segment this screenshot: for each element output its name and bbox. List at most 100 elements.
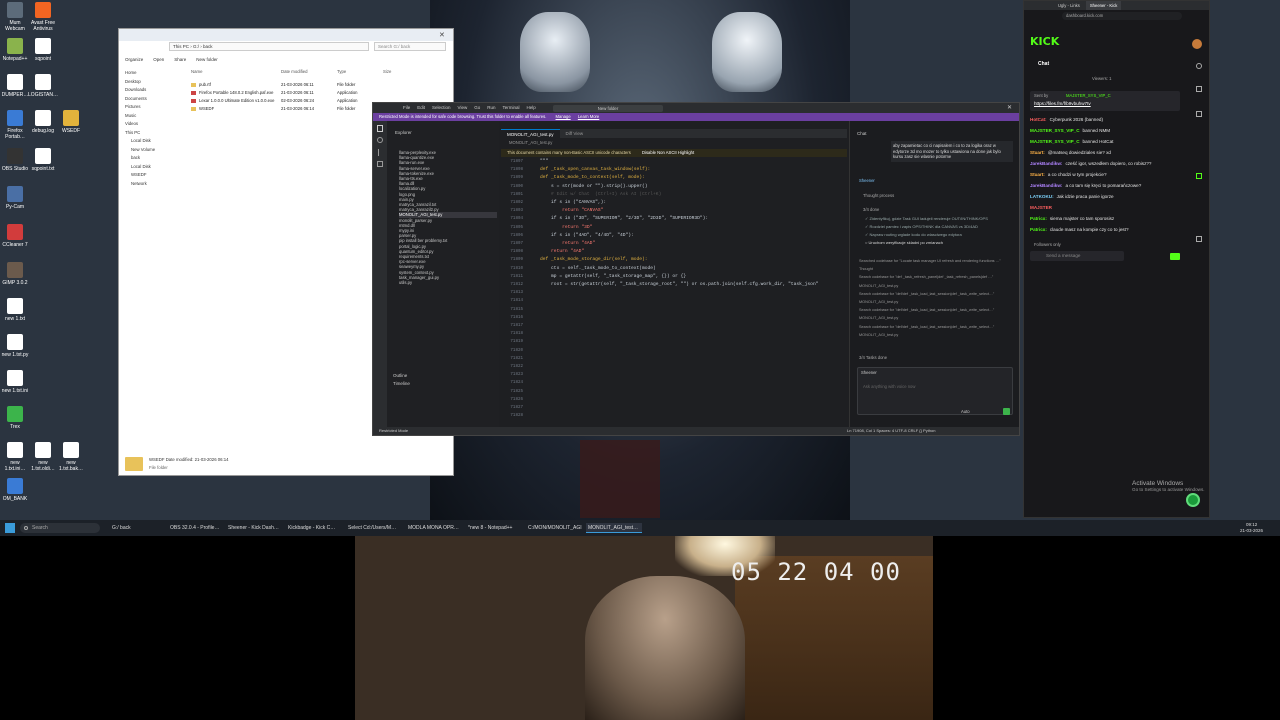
tab-monolit[interactable]: MONOLIT_AGI_test.py xyxy=(501,129,560,138)
status-cursor-info[interactable]: Ln 71908, Col 1 Spaces: 4 UTF-8 CRLF {} … xyxy=(847,427,936,435)
col-name[interactable]: Name xyxy=(191,69,202,74)
vscode-close-icon[interactable]: ✕ xyxy=(1007,104,1012,111)
taskbar-app[interactable]: *new 8 - Notepad++ xyxy=(466,523,522,533)
desktop-icon[interactable]: new 1.txt.py xyxy=(0,334,30,358)
agent-log-line[interactable]: Searched codebase for "Locate task manag… xyxy=(859,257,1015,265)
tasks-done-badge[interactable]: 3/4 Tasks done xyxy=(859,355,887,360)
menu-item[interactable]: Terminal xyxy=(503,105,520,113)
desktop-icon[interactable]: GIMP 3.0.2 xyxy=(0,262,30,286)
banner-learn-more-link[interactable]: Learn More xyxy=(578,114,599,119)
menu-item[interactable]: Help xyxy=(527,105,536,113)
agent-chip[interactable]: Sheener xyxy=(861,370,877,375)
toolbar-open[interactable]: Open xyxy=(153,57,164,65)
todo-item[interactable]: ✓ Zidentyfikuj, gdzie Task GUI ladujeli … xyxy=(865,215,1015,223)
desktop-icon[interactable]: LOGISTAN… xyxy=(28,74,58,98)
toolbar-new-folder[interactable]: New folder xyxy=(196,57,218,65)
explorer-nav-item[interactable]: New Volume xyxy=(123,146,179,155)
desktop-icon[interactable]: Avast Free Antivirus xyxy=(28,2,58,32)
explorer-nav-item[interactable]: Local Disk xyxy=(123,163,179,172)
explorer-nav-item[interactable]: Videos xyxy=(123,120,179,129)
menu-item[interactable]: Selection xyxy=(432,105,451,113)
user-avatar[interactable] xyxy=(1192,39,1202,49)
explorer-close-icon[interactable]: ✕ xyxy=(439,31,445,39)
agent-log-line[interactable]: Thought xyxy=(859,265,1015,273)
explorer-nav-item[interactable]: Local Disk xyxy=(123,137,179,146)
menu-item[interactable]: Go xyxy=(474,105,480,113)
code-editor[interactable]: """ def _task_open_canvas_task_window(se… xyxy=(529,158,847,420)
desktop-icon[interactable]: new 1.txt.bak… xyxy=(56,442,86,472)
search-icon[interactable] xyxy=(377,137,383,143)
chat-username[interactable]: MAJSTER_SYS_VIP_C xyxy=(1030,139,1080,144)
desktop-icon[interactable]: WSEDF xyxy=(56,110,86,134)
col-date[interactable]: Date modified xyxy=(281,69,308,74)
desktop-icon[interactable]: Firefox Portab… xyxy=(0,110,30,140)
agent-log-line[interactable]: Search codebase for "def/def _task_load_… xyxy=(859,290,1015,298)
todo-item[interactable]: ✓ Napraw routing wglade kodu do wlasciwe… xyxy=(865,231,1015,239)
chat-input-box[interactable] xyxy=(857,367,1013,415)
send-message-input[interactable]: Send a message xyxy=(1030,251,1124,261)
send-icon[interactable] xyxy=(1003,408,1010,415)
taskbar-app[interactable]: OBS 32.0.4 - Profile… xyxy=(168,523,224,533)
browser-tab-kick[interactable]: Sheener - Kick xyxy=(1085,1,1122,10)
chat-username[interactable]: Stuart: xyxy=(1030,172,1045,177)
explorer-nav-item[interactable]: This PC xyxy=(123,129,179,138)
taskbar-clock-time[interactable]: 09:12 xyxy=(1246,522,1257,527)
explorer-nav-item[interactable]: Pictures xyxy=(123,103,179,112)
outline-section[interactable]: Outline xyxy=(393,373,407,378)
pinned-message[interactable]: Sent by MAJSTER_SYS_VIP_C https://files.… xyxy=(1030,91,1180,111)
banner-manage-link[interactable]: Manage xyxy=(556,114,571,119)
status-restricted[interactable]: Restricted Mode xyxy=(379,427,408,435)
col-size[interactable]: Size xyxy=(383,69,391,74)
thought-process-label[interactable]: Thought process xyxy=(863,193,894,198)
desktop-icon[interactable]: debug.log xyxy=(28,110,58,134)
desktop-icon[interactable]: new 1.txt.ini… xyxy=(0,442,30,472)
explorer-nav-item[interactable]: Network xyxy=(123,180,179,189)
agent-log-line[interactable]: MONOLIT_AGI_test.py xyxy=(859,298,1015,306)
chat-username[interactable]: Patricx: xyxy=(1030,216,1047,221)
vscode-command-center[interactable]: New folder xyxy=(553,104,663,112)
desktop-icon[interactable]: Mum Webcam xyxy=(0,2,30,32)
agent-log-line[interactable]: MONOLIT_AGI_test.py xyxy=(859,282,1015,290)
chat-username[interactable]: LATKOKU: xyxy=(1030,194,1054,199)
taskbar-app[interactable]: MODLA MONA OPR… xyxy=(406,523,462,533)
explorer-nav-item[interactable]: Home xyxy=(123,69,179,78)
file-tree-item[interactable]: utils.py xyxy=(399,280,497,285)
explorer-search-input[interactable]: Search G:/ back xyxy=(374,42,446,51)
agent-log-line[interactable]: Search codebase for "def/def _task_load_… xyxy=(859,323,1015,331)
desktop-icon[interactable]: Trex xyxy=(0,406,30,430)
rail-icon-1[interactable] xyxy=(1196,63,1202,69)
explorer-nav-item[interactable]: Downloads xyxy=(123,86,179,95)
chat-send-button[interactable] xyxy=(1170,253,1180,260)
desktop-icon[interactable]: OM_BANK xyxy=(0,478,30,502)
desktop-icon[interactable]: CCleaner 7 xyxy=(0,224,30,248)
taskbar-app[interactable]: Sheener - Kick Dash… xyxy=(226,523,282,533)
chat-username[interactable]: MAJSTER_SYS_VIP_C xyxy=(1030,128,1080,133)
menu-item[interactable]: Edit xyxy=(417,105,425,113)
rail-icon-chat-active[interactable] xyxy=(1196,173,1202,179)
agent-log-line[interactable]: Search codebase for "def _task_refresh_p… xyxy=(859,273,1015,281)
chat-username[interactable]: JarekBandikw: xyxy=(1030,161,1062,166)
explorer-address-bar[interactable]: This PC › G:/ › back xyxy=(169,42,369,51)
editor-breadcrumb[interactable]: MONOLIT_AGI_test.py xyxy=(509,140,552,145)
taskbar-clock-date[interactable]: 21-03-2026 xyxy=(1240,528,1263,533)
pinned-link[interactable]: https://files.fm/f/b9vbuhw7tv xyxy=(1034,101,1091,106)
rail-icon-2[interactable] xyxy=(1196,86,1202,92)
taskbar-app[interactable]: G:/ back xyxy=(110,523,166,533)
desktop-icon[interactable]: new 1.txt xyxy=(0,298,30,322)
chat-username[interactable]: JarekBandikw: xyxy=(1030,183,1062,188)
explorer-file-row[interactable]: pub.rtf 21-03-2026 06:11 File folder xyxy=(189,81,449,89)
explorer-nav-item[interactable]: Music xyxy=(123,112,179,121)
chat-username[interactable]: MAJSTER xyxy=(1030,205,1052,210)
timeline-section[interactable]: Timeline xyxy=(393,381,410,386)
tab-diff-view[interactable]: Diff View xyxy=(560,129,590,138)
browser-tab-ugly-links[interactable]: Ugly - Links xyxy=(1054,1,1084,10)
rail-icon-3[interactable] xyxy=(1196,111,1202,117)
agent-log-line[interactable]: MONOLIT_AGI_test.py xyxy=(859,314,1015,322)
todo-item[interactable]: ✓ Rozdziel pamiec i zapis OPS/THINK dla … xyxy=(865,223,1015,231)
taskbar-app[interactable]: C:/MON/MONOLIT_AGI… xyxy=(526,523,582,533)
explorer-nav-item[interactable]: back xyxy=(123,154,179,163)
start-button[interactable] xyxy=(5,523,15,533)
explorer-nav-item[interactable]: Documents xyxy=(123,95,179,104)
files-icon[interactable] xyxy=(377,125,383,132)
desktop-icon[interactable]: OBS Studio xyxy=(0,148,30,172)
